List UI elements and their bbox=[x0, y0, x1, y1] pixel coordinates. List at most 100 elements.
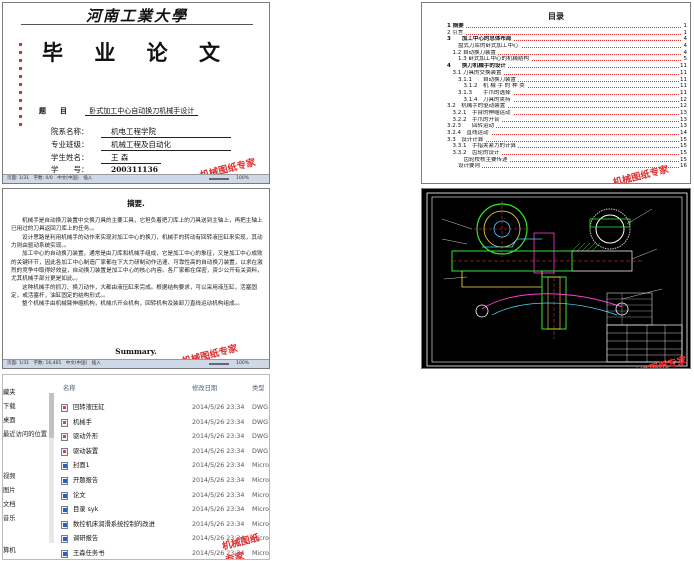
file-row[interactable]: 驱动装置 2014/5/26 23:34 DWG 文 bbox=[61, 445, 269, 459]
toc-entry[interactable]: 2 引言 1 bbox=[447, 29, 687, 37]
nav-item[interactable]: 桌面 bbox=[3, 415, 16, 424]
word-document-icon bbox=[61, 550, 68, 558]
toc-entry[interactable]: 盘式刀库的卧式加工中心 4 bbox=[447, 43, 687, 50]
toc-entry-page: 14 bbox=[679, 130, 687, 137]
nav-item[interactable]: 视频 bbox=[3, 471, 16, 480]
toc-entry-text: 3.2 机械手的驱动装置 bbox=[447, 103, 508, 110]
toc-entry-text: 3.1.4 刀具的夹持 bbox=[447, 96, 513, 103]
abstract-paragraph: 整个机械手由机械臂伸缩机构，机械爪开合机构，回转机构及装卸刀直线运动机构组成。。 bbox=[22, 301, 243, 308]
column-header-name[interactable]: 名称 bbox=[63, 383, 76, 392]
abstract-paragraph: 设计思路是利用机械手的动作来实现对加工中心的换刀，机械手的转动有回转液压缸来实现… bbox=[11, 234, 263, 250]
file-type: Micros bbox=[252, 506, 269, 514]
navigation-pane: 藏夹下载桌面最近访问的位置视频图片文档音乐算机本地磁盘 bbox=[3, 375, 47, 559]
file-modified-date: 2014/5/26 23:34 bbox=[192, 506, 245, 514]
toc-entry[interactable]: 3.2.3 回转运动 13 bbox=[447, 123, 687, 130]
student-value: 王 森 bbox=[101, 152, 161, 164]
toc-entry[interactable]: 3.1 刀具的交换装置 11 bbox=[447, 69, 687, 77]
abstract-page-preview: 摘要. 机械手是自动换刀装置中交换刀具的主要工具，它担负着把刀库上的刀具送到主轴… bbox=[2, 188, 270, 369]
toc-entry[interactable]: 3.3.2 齿轮的设计 15 bbox=[447, 150, 687, 157]
file-modified-date: 2014/5/26 23:34 bbox=[192, 433, 245, 441]
topic-label: 题 目 bbox=[39, 106, 67, 115]
toc-entry-text: 1.3 卧式加工中心的机械结构 bbox=[447, 56, 531, 63]
status-text: 页面: 1/31 字数: 0/0 中文(中国) 插入 bbox=[7, 176, 93, 181]
file-row[interactable]: 封面1 2014/5/26 23:34 Micros bbox=[61, 459, 269, 473]
toc-entry[interactable]: 3.1.3 手爪的选择 11 bbox=[447, 89, 687, 97]
margin-marks bbox=[19, 43, 25, 131]
dwg-file-icon bbox=[61, 418, 68, 427]
toc-entry[interactable]: 3 加工中心的总体布局 4 bbox=[447, 36, 687, 44]
nav-item[interactable]: 本地磁盘 bbox=[3, 559, 28, 560]
topic-row: 题 目 卧式加工中心自动换刀机械手设计 bbox=[39, 106, 199, 116]
toc-entry[interactable]: 4 换刀机械手的设计 11 bbox=[447, 63, 687, 70]
toc-entry-page: 12 bbox=[679, 96, 687, 104]
file-name: 回转液压缸 bbox=[73, 404, 105, 411]
toc-entry-page: 11 bbox=[679, 76, 687, 84]
abstract-paragraph: 机械手是自动换刀装置中交换刀具的主要工具，它担负着把刀库上的刀具送到主轴上，再把… bbox=[11, 218, 263, 233]
navigation-scrollbar[interactable] bbox=[49, 393, 54, 543]
file-row[interactable]: 目录 syk 2014/5/26 23:34 Micros bbox=[61, 503, 269, 517]
nav-item[interactable]: 藏夹 bbox=[3, 387, 16, 396]
toc-entry-page: 11 bbox=[679, 83, 687, 90]
file-row[interactable]: 机械手 2014/5/26 23:34 DWG 文 bbox=[61, 416, 269, 430]
toc-entry-text: 3.2.3 回转运动 bbox=[447, 123, 496, 130]
toc-entry[interactable]: 3.1.2 机 械 手 的 种 类 11 bbox=[447, 83, 687, 90]
file-name: 调研报告 bbox=[73, 535, 99, 543]
toc-entry-page: 4 bbox=[682, 49, 687, 57]
toc-entry[interactable]: 3.3.1 手指夹紧力的计算 15 bbox=[447, 143, 687, 151]
toc-entry[interactable]: 3.2.2 手爪的开合 13 bbox=[447, 116, 687, 124]
toc-entry[interactable]: 3.3 设计计算 15 bbox=[447, 136, 687, 144]
word-document-icon bbox=[61, 506, 68, 515]
toc-entry-page: 11 bbox=[679, 89, 687, 97]
file-row[interactable]: 回转液压缸 2014/5/26 23:34 DWG 文 bbox=[61, 401, 269, 415]
abstract-heading: 摘要. bbox=[127, 199, 145, 208]
toc-entry[interactable]: 3.1.4 刀具的夹持 12 bbox=[447, 96, 687, 104]
cover-document: 河南工業大學 毕 业 论 文 题 目 卧式加工中心自动换刀机械手设计 院系名称：… bbox=[13, 3, 261, 175]
toc-entry[interactable]: 3.2.1 手臂的伸缩运动 13 bbox=[447, 109, 687, 117]
file-row[interactable]: 数控机床润滑系统控制的改进2014/5/26 23:34Micros bbox=[61, 518, 269, 532]
student-label: 学生姓名： bbox=[51, 153, 89, 162]
column-header-date[interactable]: 修改日期 bbox=[192, 383, 217, 392]
zoom-slider[interactable] bbox=[209, 178, 229, 180]
cad-drawing bbox=[426, 192, 688, 367]
toc-entry[interactable]: 1.2 自动换刀装置 4 bbox=[447, 49, 687, 57]
nav-item[interactable]: 音乐 bbox=[3, 513, 16, 522]
zoom-level: 100% bbox=[236, 176, 249, 181]
nav-item[interactable]: 算机 bbox=[3, 545, 16, 554]
toc-entry-page: 11 bbox=[679, 63, 687, 70]
toc-entry-text: 3.1.3 手爪的选择 bbox=[447, 89, 513, 96]
toc-entry[interactable]: 齿轮校核主要传递 15 bbox=[447, 156, 687, 164]
scrollbar-thumb[interactable] bbox=[49, 393, 54, 438]
toc-entry-page: 15 bbox=[679, 136, 687, 144]
toc-entry-page: 12 bbox=[679, 103, 687, 110]
file-row[interactable]: 开题报告 2014/5/26 23:34 Micros bbox=[61, 474, 269, 488]
nav-item[interactable]: 最近访问的位置 bbox=[3, 429, 47, 438]
nav-item[interactable]: 文档 bbox=[3, 499, 16, 508]
file-type: DWG 文 bbox=[252, 418, 269, 426]
header-rule bbox=[21, 24, 253, 25]
word-document-icon bbox=[61, 535, 68, 544]
toc-entry-page: 1 bbox=[682, 29, 687, 37]
file-name: 驱动装置 bbox=[73, 447, 99, 455]
toc-entry[interactable]: 3.2 机械手的驱动装置 12 bbox=[447, 103, 687, 110]
toc-entry-page: 4 bbox=[682, 36, 687, 44]
toc-entry[interactable]: 3.2.4 直线运动 14 bbox=[447, 130, 687, 137]
toc-entry-page: 13 bbox=[679, 123, 687, 130]
toc-entry-text: 3.3.2 齿轮的设计 bbox=[447, 150, 502, 157]
toc-entry[interactable]: 1 摘要 1 bbox=[447, 23, 687, 30]
toc-heading: 目录 bbox=[548, 12, 564, 21]
student-row: 学生姓名： 王 森 bbox=[51, 152, 161, 164]
file-row[interactable]: 驱动外形 2014/5/26 23:34 DWG 文 bbox=[61, 430, 269, 444]
toc-entry[interactable]: 3.1.1 自动换刀装置 11 bbox=[447, 76, 687, 84]
zoom-slider[interactable] bbox=[209, 363, 229, 365]
toc-leader-dots bbox=[447, 167, 681, 169]
file-modified-date: 2014/5/26 23:34 bbox=[192, 520, 245, 528]
column-header-type[interactable]: 类型 bbox=[252, 383, 265, 392]
toc-page-preview: 目录 1 摘要 1 2 引言 1 3 加工中心的总体布局 4 盘式刀库的卧式加工中心 4 1… bbox=[421, 2, 691, 184]
college-row: 院系名称： 机电工程学院 bbox=[51, 126, 231, 138]
file-row[interactable]: 论文 2014/5/26 23:34 Micros bbox=[61, 489, 269, 503]
nav-item[interactable]: 图片 bbox=[3, 485, 16, 494]
nav-item[interactable]: 下载 bbox=[3, 401, 16, 410]
toc-entry-text: 盘式刀库的卧式加工中心 bbox=[447, 43, 521, 50]
toc-entry-page: 15 bbox=[679, 156, 687, 164]
toc-entry[interactable]: 1.3 卧式加工中心的机械结构 5 bbox=[447, 56, 687, 64]
